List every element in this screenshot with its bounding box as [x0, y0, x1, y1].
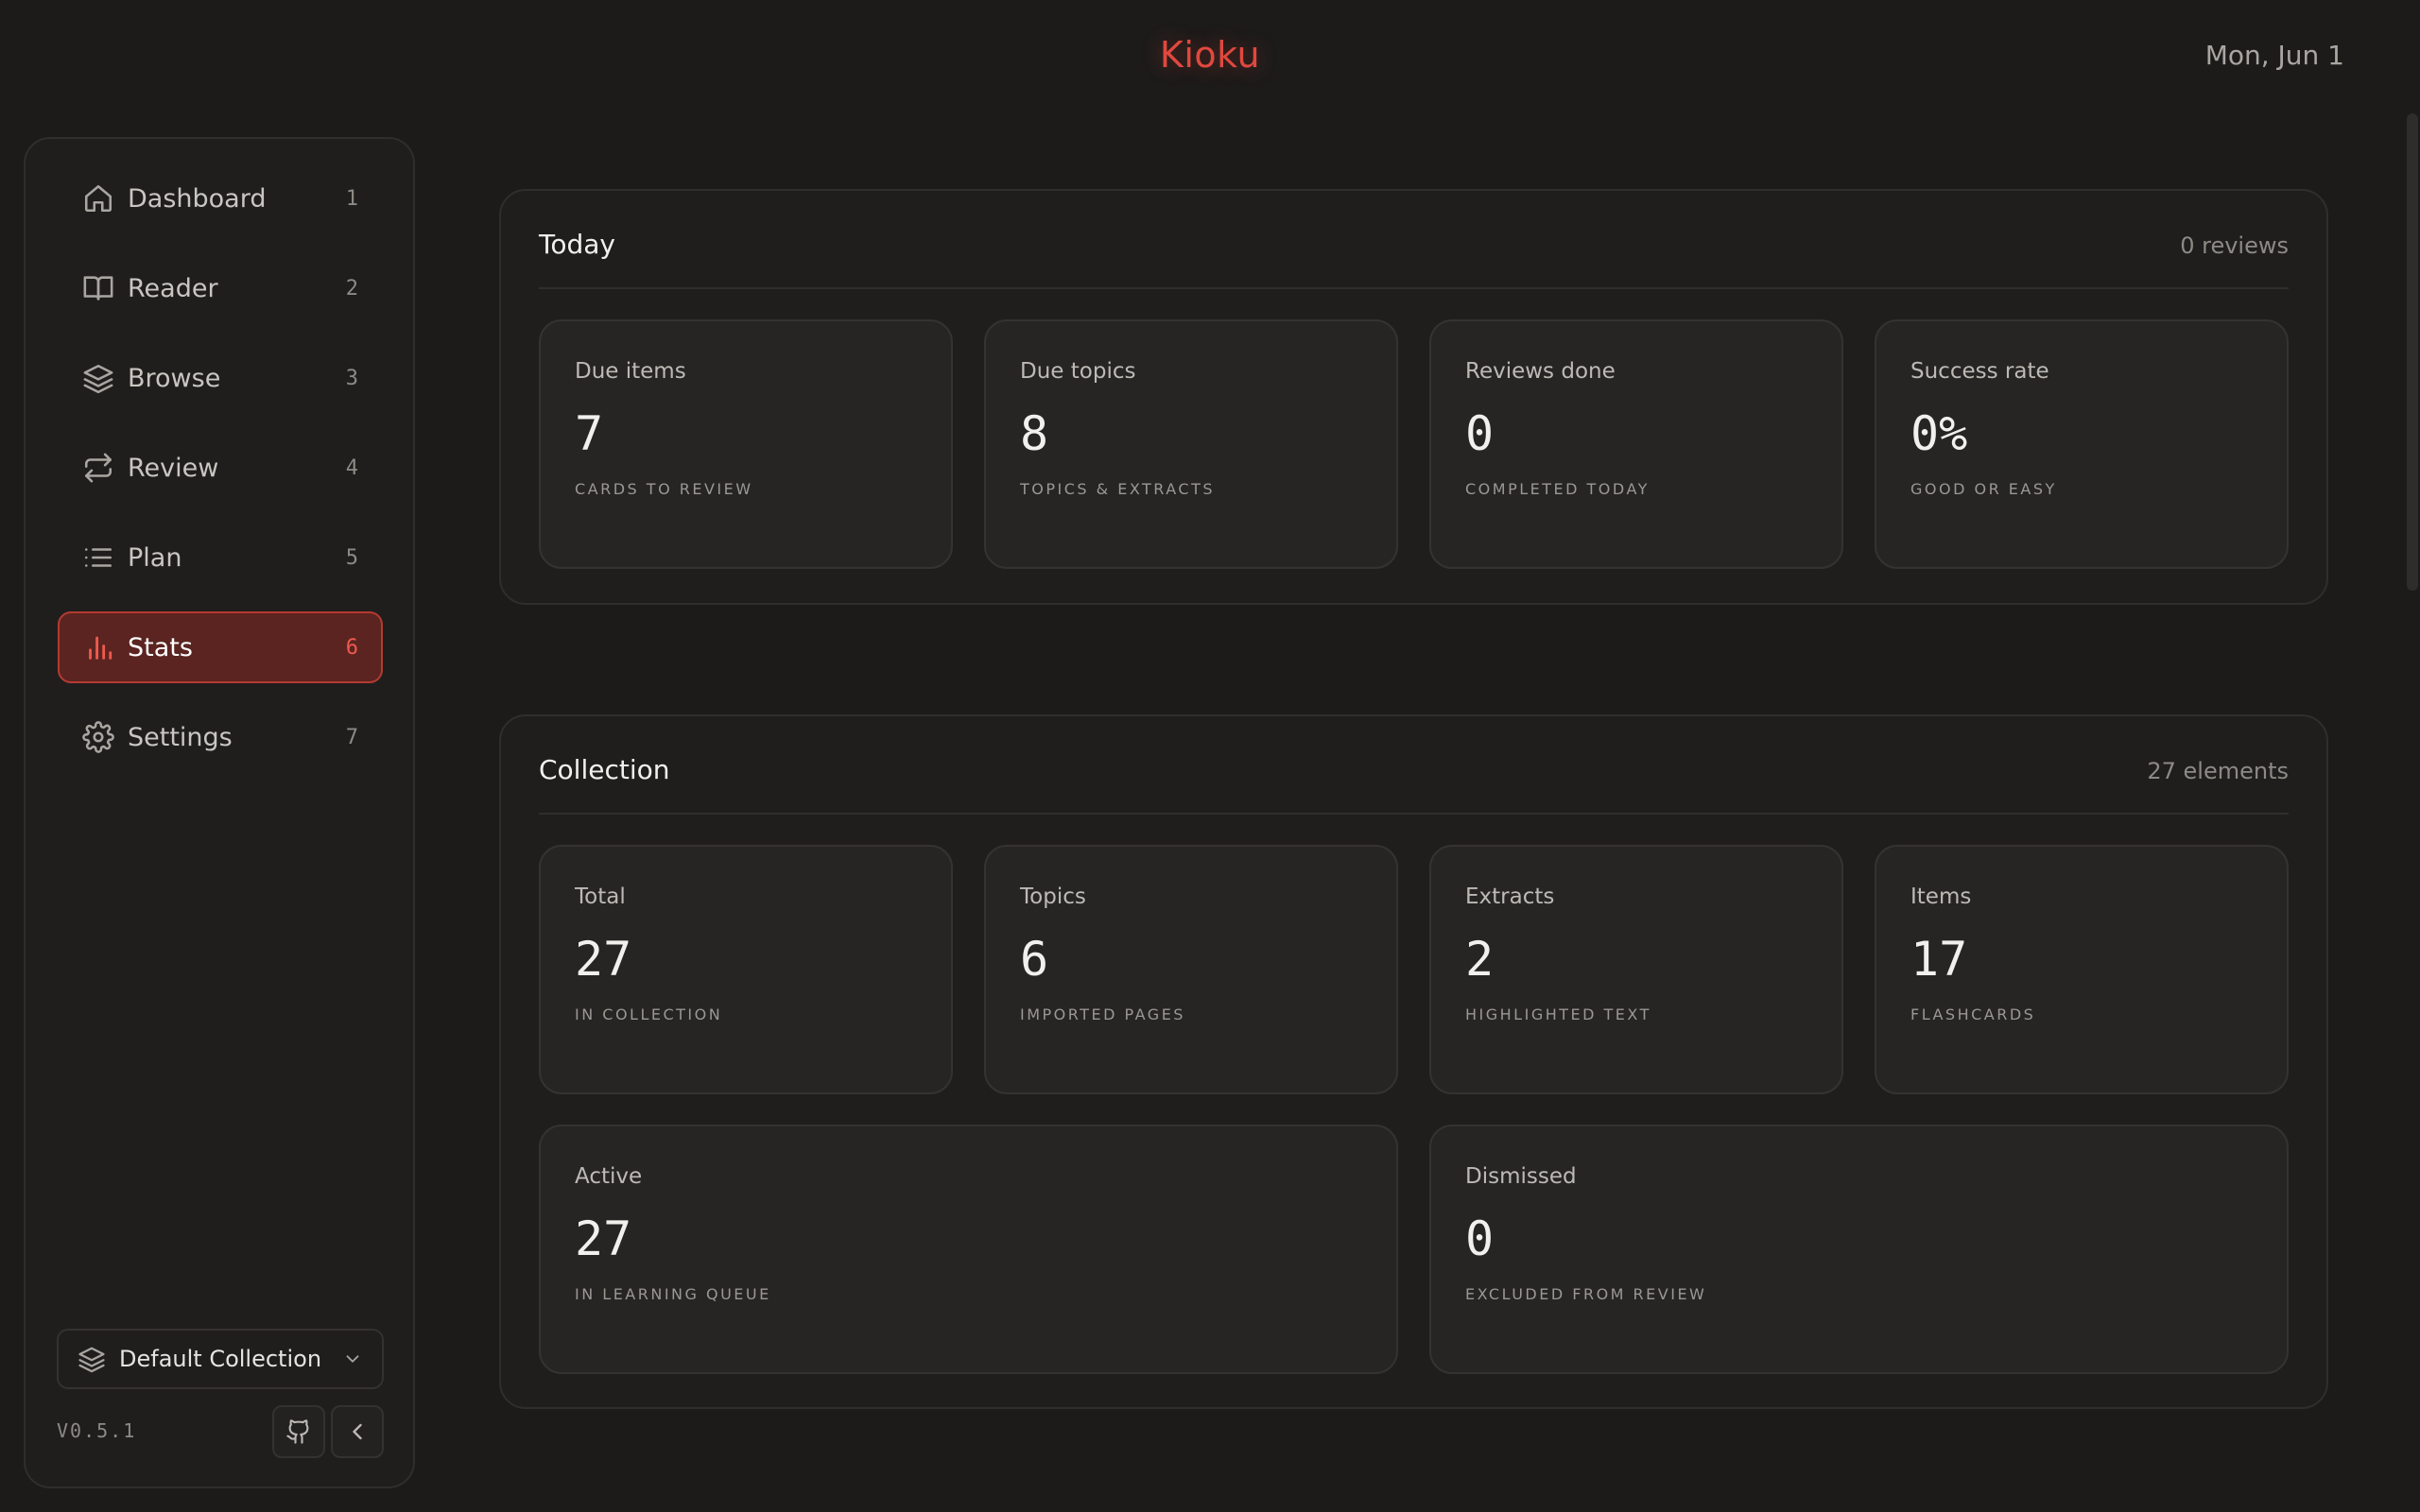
- stat-value: 0%: [1910, 406, 1968, 461]
- collection-name: Default Collection: [119, 1346, 322, 1372]
- stat-label: Due items: [575, 359, 686, 384]
- stat-label: Total: [575, 885, 626, 909]
- panel-title: Today: [539, 229, 615, 260]
- scrollbar-thumb[interactable]: [2407, 113, 2418, 591]
- stat-value: 27: [575, 932, 632, 987]
- shortcut-key: 2: [345, 276, 358, 301]
- panel-header: Collection 27 elements: [539, 716, 2289, 815]
- reviews-count: 0 reviews: [2180, 232, 2289, 259]
- sidebar-item-plan[interactable]: Plan 5: [58, 522, 383, 593]
- shortcut-key: 7: [345, 725, 358, 749]
- stat-card-reviews-done: Reviews done 0 COMPLETED TODAY: [1429, 319, 1843, 569]
- github-icon: [285, 1418, 312, 1445]
- sidebar-nav: Dashboard 1 Reader 2 Browse 3 Review 4 P…: [58, 163, 383, 791]
- stat-caption: CARDS TO REVIEW: [575, 480, 753, 498]
- home-icon: [82, 182, 114, 215]
- sidebar-item-review[interactable]: Review 4: [58, 432, 383, 504]
- stat-value: 0: [1465, 1211, 1495, 1266]
- stat-label: Dismissed: [1465, 1164, 1577, 1189]
- sidebar-item-settings[interactable]: Settings 7: [58, 701, 383, 773]
- stat-card-total: Total 27 IN COLLECTION: [539, 845, 953, 1094]
- stat-value: 2: [1465, 932, 1495, 987]
- stat-value: 7: [575, 406, 604, 461]
- stat-value: 0: [1465, 406, 1495, 461]
- gear-icon: [82, 721, 114, 753]
- top-bar: Kioku Mon, Jun 1: [0, 0, 2420, 113]
- collapse-sidebar-button[interactable]: [331, 1405, 384, 1458]
- stat-caption: TOPICS & EXTRACTS: [1020, 480, 1216, 498]
- panel-title: Collection: [539, 754, 670, 785]
- stat-card-due-items: Due items 7 CARDS TO REVIEW: [539, 319, 953, 569]
- stat-caption: IN LEARNING QUEUE: [575, 1285, 771, 1303]
- sidebar-item-label: Settings: [128, 722, 233, 752]
- shortcut-key: 6: [345, 635, 358, 660]
- sidebar-item-label: Reader: [128, 273, 218, 303]
- layers-icon: [78, 1345, 106, 1373]
- stat-caption: EXCLUDED FROM REVIEW: [1465, 1285, 1707, 1303]
- layers-icon: [82, 362, 114, 394]
- stat-value: 6: [1020, 932, 1049, 987]
- stat-label: Due topics: [1020, 359, 1136, 384]
- current-date: Mon, Jun 1: [2204, 40, 2344, 71]
- app-version: V0.5.1: [57, 1419, 137, 1442]
- stat-label: Extracts: [1465, 885, 1555, 909]
- shortcut-key: 1: [345, 186, 358, 211]
- stat-card-topics: Topics 6 IMPORTED PAGES: [984, 845, 1398, 1094]
- stat-caption: HIGHLIGHTED TEXT: [1465, 1005, 1651, 1023]
- sidebar-item-stats[interactable]: Stats 6: [58, 611, 383, 683]
- sidebar-item-label: Stats: [128, 632, 193, 662]
- stat-value: 17: [1910, 932, 1968, 987]
- stat-value: 8: [1020, 406, 1049, 461]
- chevron-left-icon: [344, 1418, 371, 1445]
- sidebar-item-label: Dashboard: [128, 183, 267, 214]
- stat-caption: GOOD OR EASY: [1910, 480, 2057, 498]
- sidebar-item-dashboard[interactable]: Dashboard 1: [58, 163, 383, 234]
- stat-caption: COMPLETED TODAY: [1465, 480, 1650, 498]
- stat-label: Active: [575, 1164, 643, 1189]
- list-icon: [82, 541, 114, 574]
- today-panel: Today 0 reviews Due items 7 CARDS TO REV…: [499, 189, 2328, 605]
- shortcut-key: 3: [345, 366, 358, 390]
- stat-card-active: Active 27 IN LEARNING QUEUE: [539, 1125, 1398, 1374]
- stat-card-due-topics: Due topics 8 TOPICS & EXTRACTS: [984, 319, 1398, 569]
- panel-header: Today 0 reviews: [539, 191, 2289, 289]
- chevron-down-icon: [342, 1349, 363, 1369]
- stat-label: Success rate: [1910, 359, 2049, 384]
- stat-label: Topics: [1020, 885, 1086, 909]
- shortcut-key: 5: [345, 545, 358, 570]
- collection-panel: Collection 27 elements Total 27 IN COLLE…: [499, 714, 2328, 1409]
- app-title: Kioku: [1159, 34, 1261, 76]
- stat-card-success-rate: Success rate 0% GOOD OR EASY: [1875, 319, 2289, 569]
- book-icon: [82, 272, 114, 304]
- sidebar-item-reader[interactable]: Reader 2: [58, 252, 383, 324]
- shortcut-key: 4: [345, 455, 358, 480]
- stat-caption: FLASHCARDS: [1910, 1005, 2036, 1023]
- stat-value: 27: [575, 1211, 632, 1266]
- stat-card-dismissed: Dismissed 0 EXCLUDED FROM REVIEW: [1429, 1125, 2289, 1374]
- bar-chart-icon: [82, 631, 114, 663]
- stat-label: Items: [1910, 885, 1972, 909]
- sidebar-item-label: Browse: [128, 363, 221, 393]
- sidebar-item-label: Review: [128, 453, 219, 483]
- stat-caption: IMPORTED PAGES: [1020, 1005, 1185, 1023]
- github-button[interactable]: [272, 1405, 325, 1458]
- sidebar: Dashboard 1 Reader 2 Browse 3 Review 4 P…: [24, 137, 415, 1488]
- sidebar-item-browse[interactable]: Browse 3: [58, 342, 383, 414]
- stat-card-items: Items 17 FLASHCARDS: [1875, 845, 2289, 1094]
- repeat-icon: [82, 452, 114, 484]
- collection-selector[interactable]: Default Collection: [57, 1329, 384, 1389]
- stat-label: Reviews done: [1465, 359, 1616, 384]
- sidebar-item-label: Plan: [128, 542, 182, 573]
- stat-card-extracts: Extracts 2 HIGHLIGHTED TEXT: [1429, 845, 1843, 1094]
- stat-caption: IN COLLECTION: [575, 1005, 723, 1023]
- elements-count: 27 elements: [2147, 758, 2289, 784]
